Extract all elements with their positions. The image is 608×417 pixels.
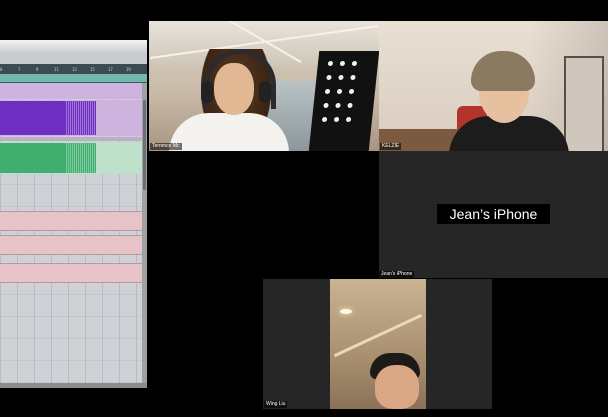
stand-hole [321, 117, 328, 122]
audio-clip-purple[interactable] [0, 101, 96, 135]
stand-hole [351, 61, 358, 66]
stand-hole [345, 117, 352, 122]
headphone-cup [201, 81, 213, 103]
audio-clip-green[interactable] [0, 143, 96, 173]
participant-video-feed [330, 279, 426, 409]
track-lane[interactable] [0, 83, 142, 99]
ruler-tick: 13 [72, 66, 77, 72]
stand-hole [338, 75, 344, 80]
ruler-tick: 19 [126, 66, 131, 72]
track-lane[interactable] [0, 211, 142, 231]
stand-hole [326, 75, 332, 80]
marker-lane[interactable] [0, 74, 147, 83]
waveform [66, 143, 96, 173]
track-lane[interactable] [0, 235, 142, 255]
video-tile-kelzie[interactable]: KELZIE [379, 21, 608, 151]
participant-name-label: Terrence Mc [150, 143, 182, 150]
track-lane[interactable] [0, 263, 142, 283]
stand-hole [324, 89, 331, 94]
stand-hole [348, 89, 355, 94]
ruler-tick: 9 [36, 66, 39, 72]
shared-screen-daw: 8 7 9 11 13 15 17 19 [0, 40, 147, 388]
stand-hole [347, 103, 353, 108]
ruler-tick: 11 [54, 66, 59, 72]
participant-face [375, 365, 419, 409]
participant-name-label: KELZIE [380, 143, 402, 150]
ruler-tick: 15 [90, 66, 95, 72]
stand-hole [350, 75, 356, 80]
stand-hole [327, 61, 334, 66]
video-tile-terrence[interactable]: Terrence Mc [149, 21, 379, 151]
participant-hoodie [169, 113, 289, 151]
stand-hole [336, 89, 343, 94]
participant-hair [471, 51, 535, 91]
waveform [66, 101, 96, 135]
daw-footer-bar [0, 383, 147, 388]
music-stand [308, 51, 379, 151]
stand-hole [333, 117, 340, 122]
ruler-tick: 7 [18, 66, 21, 72]
video-tile-jeans-iphone[interactable]: Jean’s iPhone Jean's iPhone [379, 151, 608, 278]
timeline-ruler[interactable]: 8 7 9 11 13 15 17 19 [0, 64, 147, 74]
video-tile-wing-liu[interactable]: Wing Liu [263, 279, 492, 409]
track-area[interactable] [0, 83, 142, 383]
participant-name-label: Jean's iPhone [379, 271, 415, 278]
stand-hole [323, 103, 329, 108]
track-divider [0, 137, 142, 141]
participant-display-name: Jean’s iPhone [437, 204, 550, 224]
participant-name-label: Wing Liu [264, 401, 288, 408]
stand-hole [339, 61, 346, 66]
stand-hole [335, 103, 341, 108]
ruler-tick: 8 [0, 66, 3, 72]
ceiling-light [340, 309, 352, 314]
ceiling-beam [333, 313, 423, 358]
background-mirror [564, 56, 604, 151]
headphone-cup [259, 81, 271, 103]
ruler-tick: 17 [108, 66, 113, 72]
scrollbar-thumb[interactable] [143, 100, 146, 190]
